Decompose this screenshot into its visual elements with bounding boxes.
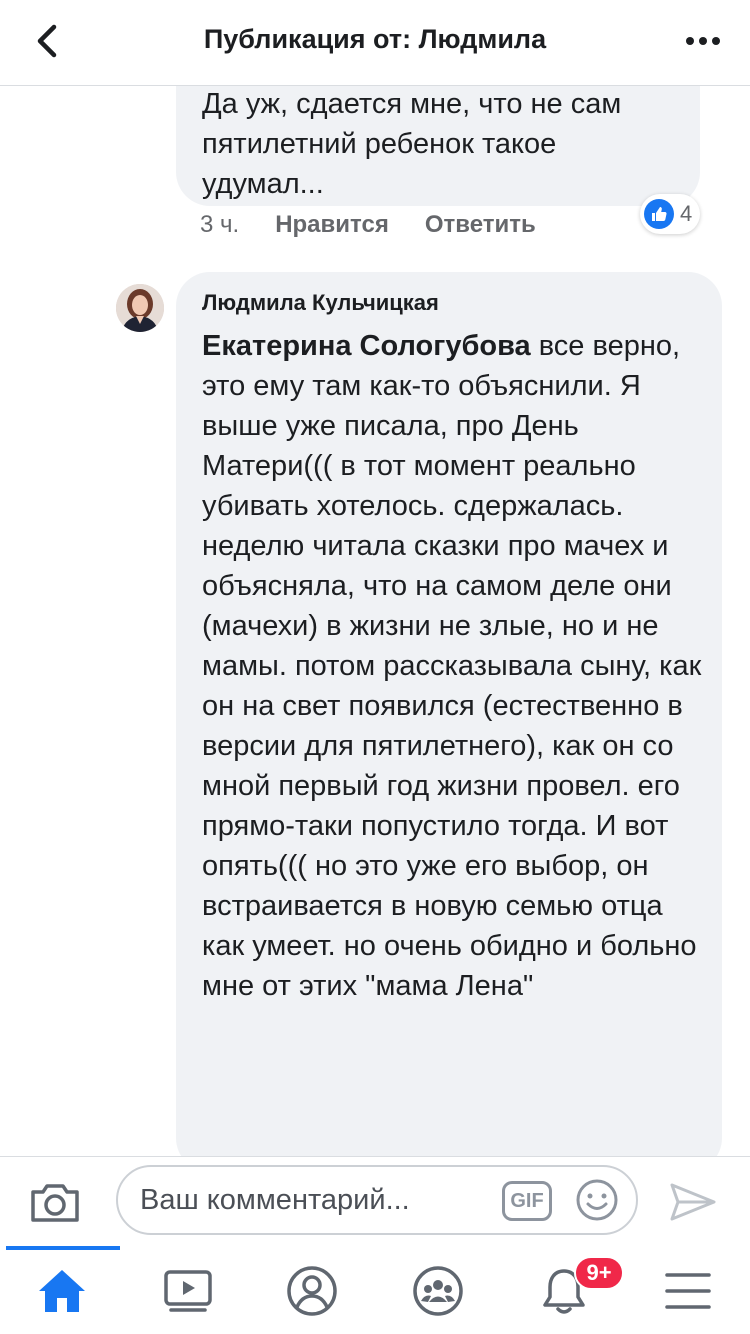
smiley-icon <box>576 1179 618 1221</box>
gif-button[interactable]: GIF <box>502 1181 552 1221</box>
comment-input-container[interactable]: GIF <box>116 1165 638 1235</box>
tab-groups[interactable] <box>378 1256 498 1326</box>
home-icon <box>39 1270 85 1312</box>
profile-icon <box>287 1266 337 1316</box>
comment-body: все верно, это ему там как-то объяснили.… <box>202 330 702 1002</box>
more-horizontal-icon <box>686 37 720 45</box>
send-button[interactable] <box>666 1177 720 1227</box>
reaction-count: 4 <box>680 201 693 226</box>
comment-text: Екатерина Сологубова все верно, это ему … <box>202 326 702 1006</box>
like-button[interactable]: Нравится <box>275 211 389 239</box>
send-icon <box>670 1183 716 1221</box>
comment-bubble[interactable]: Людмила Кульчицкая Екатерина Сологубова … <box>176 272 722 1156</box>
tab-home[interactable] <box>2 1256 122 1326</box>
reply-text: Да уж, сдается мне, что не сам пятилетни… <box>202 88 622 200</box>
mention-link[interactable]: Екатерина Сологубова <box>202 330 531 362</box>
notifications-badge: 9+ <box>574 1256 624 1290</box>
reaction-summary[interactable]: 4 <box>640 194 701 234</box>
reply-actions: 3 ч. Нравится Ответить <box>200 208 572 242</box>
reply-bubble[interactable]: Да уж, сдается мне, что не сам пятилетни… <box>176 86 700 206</box>
reply-button[interactable]: Ответить <box>425 211 536 239</box>
tab-watch[interactable] <box>128 1256 248 1326</box>
reply-time: 3 ч. <box>200 211 240 238</box>
video-play-icon <box>164 1270 212 1312</box>
tab-profile[interactable] <box>252 1256 372 1326</box>
top-bar: Публикация от: Людмила <box>0 0 750 86</box>
camera-icon <box>31 1184 79 1222</box>
tab-menu[interactable] <box>628 1256 748 1326</box>
active-tab-indicator <box>6 1246 120 1250</box>
comments-thread: Да уж, сдается мне, что не сам пятилетни… <box>0 86 750 1156</box>
menu-icon <box>665 1273 711 1309</box>
camera-button[interactable] <box>26 1177 84 1227</box>
page-title: Публикация от: Людмила <box>203 24 547 54</box>
avatar[interactable] <box>116 284 164 332</box>
comment-composer: GIF <box>0 1156 750 1246</box>
tab-notifications[interactable]: 9+ <box>504 1256 624 1326</box>
emoji-button[interactable] <box>574 1177 620 1223</box>
bottom-tab-bar: 9+ <box>0 1246 750 1334</box>
comment-author[interactable]: Людмила Кульчицкая <box>202 290 439 316</box>
groups-icon <box>413 1266 463 1316</box>
comment-input[interactable] <box>140 1167 500 1233</box>
thumbs-up-icon <box>644 199 674 229</box>
more-options-button[interactable] <box>678 16 728 66</box>
